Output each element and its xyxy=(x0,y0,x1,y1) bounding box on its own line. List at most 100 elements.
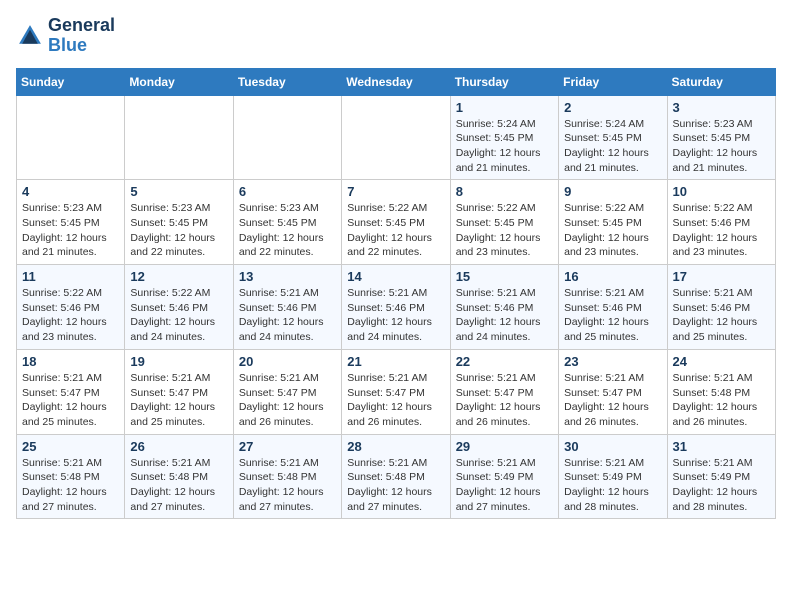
calendar-week-row: 4Sunrise: 5:23 AM Sunset: 5:45 PM Daylig… xyxy=(17,180,776,265)
day-number: 11 xyxy=(22,269,119,284)
day-info: Sunrise: 5:21 AM Sunset: 5:47 PM Dayligh… xyxy=(239,371,336,430)
calendar-cell: 26Sunrise: 5:21 AM Sunset: 5:48 PM Dayli… xyxy=(125,434,233,519)
calendar-day-header: Sunday xyxy=(17,68,125,95)
day-info: Sunrise: 5:21 AM Sunset: 5:47 PM Dayligh… xyxy=(347,371,444,430)
calendar-cell: 7Sunrise: 5:22 AM Sunset: 5:45 PM Daylig… xyxy=(342,180,450,265)
calendar-cell: 23 Sunrise: 5:21 AM Sunset: 5:47 PM Dayli… xyxy=(559,349,667,434)
calendar-cell: 14 Sunrise: 5:21 AM Sunset: 5:46 PM Dayli… xyxy=(342,265,450,350)
calendar-cell: 29 Sunrise: 5:21 AM Sunset: 5:49 PM Dayli… xyxy=(450,434,558,519)
calendar-cell: 27 Sunrise: 5:21 AM Sunset: 5:48 PM Dayli… xyxy=(233,434,341,519)
calendar-cell: 17Sunrise: 5:21 AM Sunset: 5:46 PM Dayli… xyxy=(667,265,775,350)
day-info: Sunrise: 5:22 AM Sunset: 5:45 PM Dayligh… xyxy=(564,201,661,260)
calendar-day-header: Thursday xyxy=(450,68,558,95)
day-info: Sunrise: 5:21 AM Sunset: 5:48 PM Dayligh… xyxy=(673,371,770,430)
day-info: Sunrise: 5:21 AM Sunset: 5:49 PM Dayligh… xyxy=(564,456,661,515)
calendar-cell: 22Sunrise: 5:21 AM Sunset: 5:47 PM Dayli… xyxy=(450,349,558,434)
calendar-cell: 30 Sunrise: 5:21 AM Sunset: 5:49 PM Dayli… xyxy=(559,434,667,519)
day-info: Sunrise: 5:21 AM Sunset: 5:46 PM Dayligh… xyxy=(564,286,661,345)
day-number: 23 xyxy=(564,354,661,369)
calendar-cell: 15 Sunrise: 5:21 AM Sunset: 5:46 PM Dayli… xyxy=(450,265,558,350)
day-number: 2 xyxy=(564,100,661,115)
day-number: 1 xyxy=(456,100,553,115)
day-info: Sunrise: 5:21 AM Sunset: 5:49 PM Dayligh… xyxy=(456,456,553,515)
calendar-cell xyxy=(233,95,341,180)
day-number: 24 xyxy=(673,354,770,369)
day-number: 31 xyxy=(673,439,770,454)
day-info: Sunrise: 5:23 AM Sunset: 5:45 PM Dayligh… xyxy=(239,201,336,260)
calendar-cell: 8Sunrise: 5:22 AM Sunset: 5:45 PM Daylig… xyxy=(450,180,558,265)
day-info: Sunrise: 5:21 AM Sunset: 5:47 PM Dayligh… xyxy=(130,371,227,430)
page-header: General Blue xyxy=(16,16,776,56)
calendar-week-row: 11 Sunrise: 5:22 AM Sunset: 5:46 PM Dayli… xyxy=(17,265,776,350)
day-number: 15 xyxy=(456,269,553,284)
day-info: Sunrise: 5:21 AM Sunset: 5:47 PM Dayligh… xyxy=(22,371,119,430)
day-info: Sunrise: 5:22 AM Sunset: 5:46 PM Dayligh… xyxy=(130,286,227,345)
calendar-cell: 11 Sunrise: 5:22 AM Sunset: 5:46 PM Dayli… xyxy=(17,265,125,350)
day-info: Sunrise: 5:21 AM Sunset: 5:48 PM Dayligh… xyxy=(347,456,444,515)
calendar-cell: 6 Sunrise: 5:23 AM Sunset: 5:45 PM Daylig… xyxy=(233,180,341,265)
day-number: 10 xyxy=(673,184,770,199)
calendar-cell: 9 Sunrise: 5:22 AM Sunset: 5:45 PM Daylig… xyxy=(559,180,667,265)
day-info: Sunrise: 5:21 AM Sunset: 5:48 PM Dayligh… xyxy=(130,456,227,515)
calendar-cell xyxy=(342,95,450,180)
day-number: 3 xyxy=(673,100,770,115)
calendar-cell: 13 Sunrise: 5:21 AM Sunset: 5:46 PM Dayli… xyxy=(233,265,341,350)
day-info: Sunrise: 5:22 AM Sunset: 5:45 PM Dayligh… xyxy=(347,201,444,260)
calendar-cell: 2 Sunrise: 5:24 AM Sunset: 5:45 PM Daylig… xyxy=(559,95,667,180)
day-info: Sunrise: 5:21 AM Sunset: 5:48 PM Dayligh… xyxy=(22,456,119,515)
calendar-header-row: SundayMondayTuesdayWednesdayThursdayFrid… xyxy=(17,68,776,95)
calendar-cell: 21 Sunrise: 5:21 AM Sunset: 5:47 PM Dayli… xyxy=(342,349,450,434)
calendar-week-row: 18 Sunrise: 5:21 AM Sunset: 5:47 PM Dayli… xyxy=(17,349,776,434)
day-info: Sunrise: 5:23 AM Sunset: 5:45 PM Dayligh… xyxy=(22,201,119,260)
calendar-cell: 31 Sunrise: 5:21 AM Sunset: 5:49 PM Dayli… xyxy=(667,434,775,519)
logo-text: General Blue xyxy=(48,16,115,56)
calendar-day-header: Saturday xyxy=(667,68,775,95)
day-number: 27 xyxy=(239,439,336,454)
day-info: Sunrise: 5:21 AM Sunset: 5:47 PM Dayligh… xyxy=(564,371,661,430)
day-info: Sunrise: 5:21 AM Sunset: 5:46 PM Dayligh… xyxy=(347,286,444,345)
day-info: Sunrise: 5:24 AM Sunset: 5:45 PM Dayligh… xyxy=(456,117,553,176)
day-number: 29 xyxy=(456,439,553,454)
day-number: 28 xyxy=(347,439,444,454)
calendar-cell: 12 Sunrise: 5:22 AM Sunset: 5:46 PM Dayli… xyxy=(125,265,233,350)
logo-icon xyxy=(16,22,44,50)
day-info: Sunrise: 5:21 AM Sunset: 5:47 PM Dayligh… xyxy=(456,371,553,430)
calendar-cell: 24 Sunrise: 5:21 AM Sunset: 5:48 PM Dayli… xyxy=(667,349,775,434)
day-number: 14 xyxy=(347,269,444,284)
day-number: 12 xyxy=(130,269,227,284)
calendar-cell: 10 Sunrise: 5:22 AM Sunset: 5:46 PM Dayli… xyxy=(667,180,775,265)
day-number: 9 xyxy=(564,184,661,199)
day-number: 16 xyxy=(564,269,661,284)
calendar-cell: 5Sunrise: 5:23 AM Sunset: 5:45 PM Daylig… xyxy=(125,180,233,265)
day-number: 21 xyxy=(347,354,444,369)
day-info: Sunrise: 5:23 AM Sunset: 5:45 PM Dayligh… xyxy=(673,117,770,176)
calendar-cell: 19 Sunrise: 5:21 AM Sunset: 5:47 PM Dayli… xyxy=(125,349,233,434)
calendar-day-header: Monday xyxy=(125,68,233,95)
day-info: Sunrise: 5:21 AM Sunset: 5:46 PM Dayligh… xyxy=(239,286,336,345)
day-number: 18 xyxy=(22,354,119,369)
day-info: Sunrise: 5:21 AM Sunset: 5:46 PM Dayligh… xyxy=(456,286,553,345)
day-number: 6 xyxy=(239,184,336,199)
day-info: Sunrise: 5:24 AM Sunset: 5:45 PM Dayligh… xyxy=(564,117,661,176)
day-number: 20 xyxy=(239,354,336,369)
day-info: Sunrise: 5:21 AM Sunset: 5:49 PM Dayligh… xyxy=(673,456,770,515)
day-info: Sunrise: 5:22 AM Sunset: 5:46 PM Dayligh… xyxy=(22,286,119,345)
day-number: 19 xyxy=(130,354,227,369)
calendar-cell: 28 Sunrise: 5:21 AM Sunset: 5:48 PM Dayli… xyxy=(342,434,450,519)
calendar-cell: 4Sunrise: 5:23 AM Sunset: 5:45 PM Daylig… xyxy=(17,180,125,265)
calendar-cell: 18 Sunrise: 5:21 AM Sunset: 5:47 PM Dayli… xyxy=(17,349,125,434)
day-number: 30 xyxy=(564,439,661,454)
day-info: Sunrise: 5:22 AM Sunset: 5:46 PM Dayligh… xyxy=(673,201,770,260)
day-number: 25 xyxy=(22,439,119,454)
day-info: Sunrise: 5:22 AM Sunset: 5:45 PM Dayligh… xyxy=(456,201,553,260)
day-info: Sunrise: 5:21 AM Sunset: 5:46 PM Dayligh… xyxy=(673,286,770,345)
calendar-cell xyxy=(17,95,125,180)
calendar-day-header: Tuesday xyxy=(233,68,341,95)
calendar-cell: 25 Sunrise: 5:21 AM Sunset: 5:48 PM Dayli… xyxy=(17,434,125,519)
calendar-day-header: Wednesday xyxy=(342,68,450,95)
day-number: 13 xyxy=(239,269,336,284)
calendar-week-row: 1 Sunrise: 5:24 AM Sunset: 5:45 PM Daylig… xyxy=(17,95,776,180)
calendar-cell: 20 Sunrise: 5:21 AM Sunset: 5:47 PM Dayli… xyxy=(233,349,341,434)
calendar-day-header: Friday xyxy=(559,68,667,95)
day-info: Sunrise: 5:21 AM Sunset: 5:48 PM Dayligh… xyxy=(239,456,336,515)
